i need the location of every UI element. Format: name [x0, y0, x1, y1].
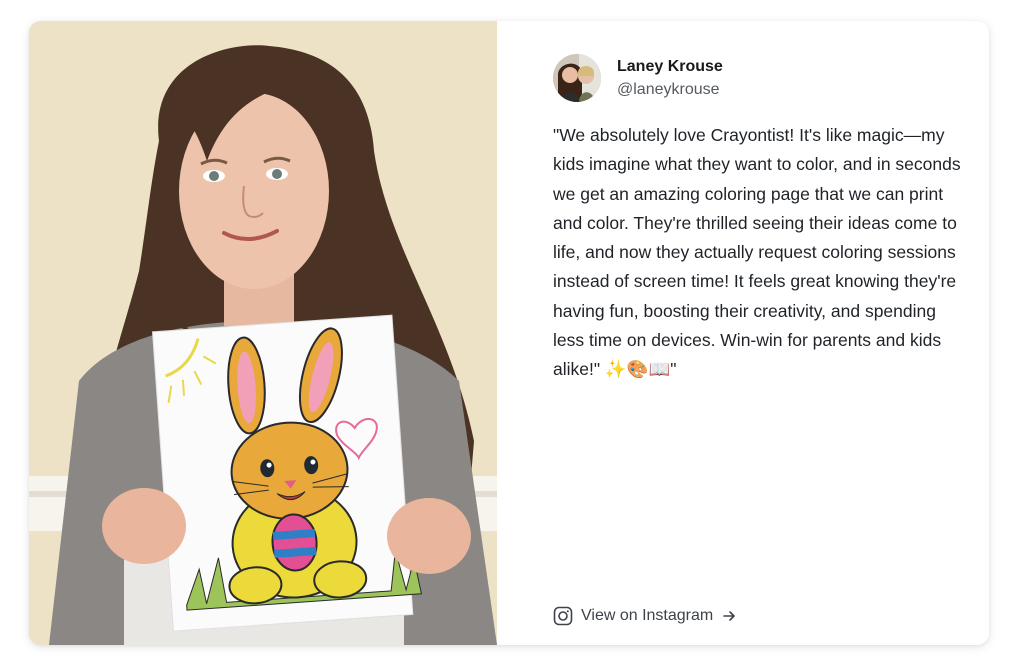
view-on-instagram-link[interactable]: View on Instagram [553, 606, 736, 626]
testimonial-quote: "We absolutely love Crayontist! It's lik… [553, 125, 961, 380]
author-info: Laney Krouse @laneykrouse [553, 54, 963, 102]
testimonial-card: Laney Krouse @laneykrouse "We absolutely… [29, 21, 989, 645]
arrow-right-icon [722, 609, 736, 623]
view-on-instagram-label: View on Instagram [581, 607, 714, 624]
testimonial-photo [29, 21, 497, 645]
author-handle: @laneykrouse [617, 80, 720, 98]
testimonial-content: Laney Krouse @laneykrouse "We absolutely… [553, 54, 963, 626]
author-avatar [553, 54, 601, 102]
instagram-icon [553, 606, 573, 626]
author-name: Laney Krouse [617, 58, 723, 76]
